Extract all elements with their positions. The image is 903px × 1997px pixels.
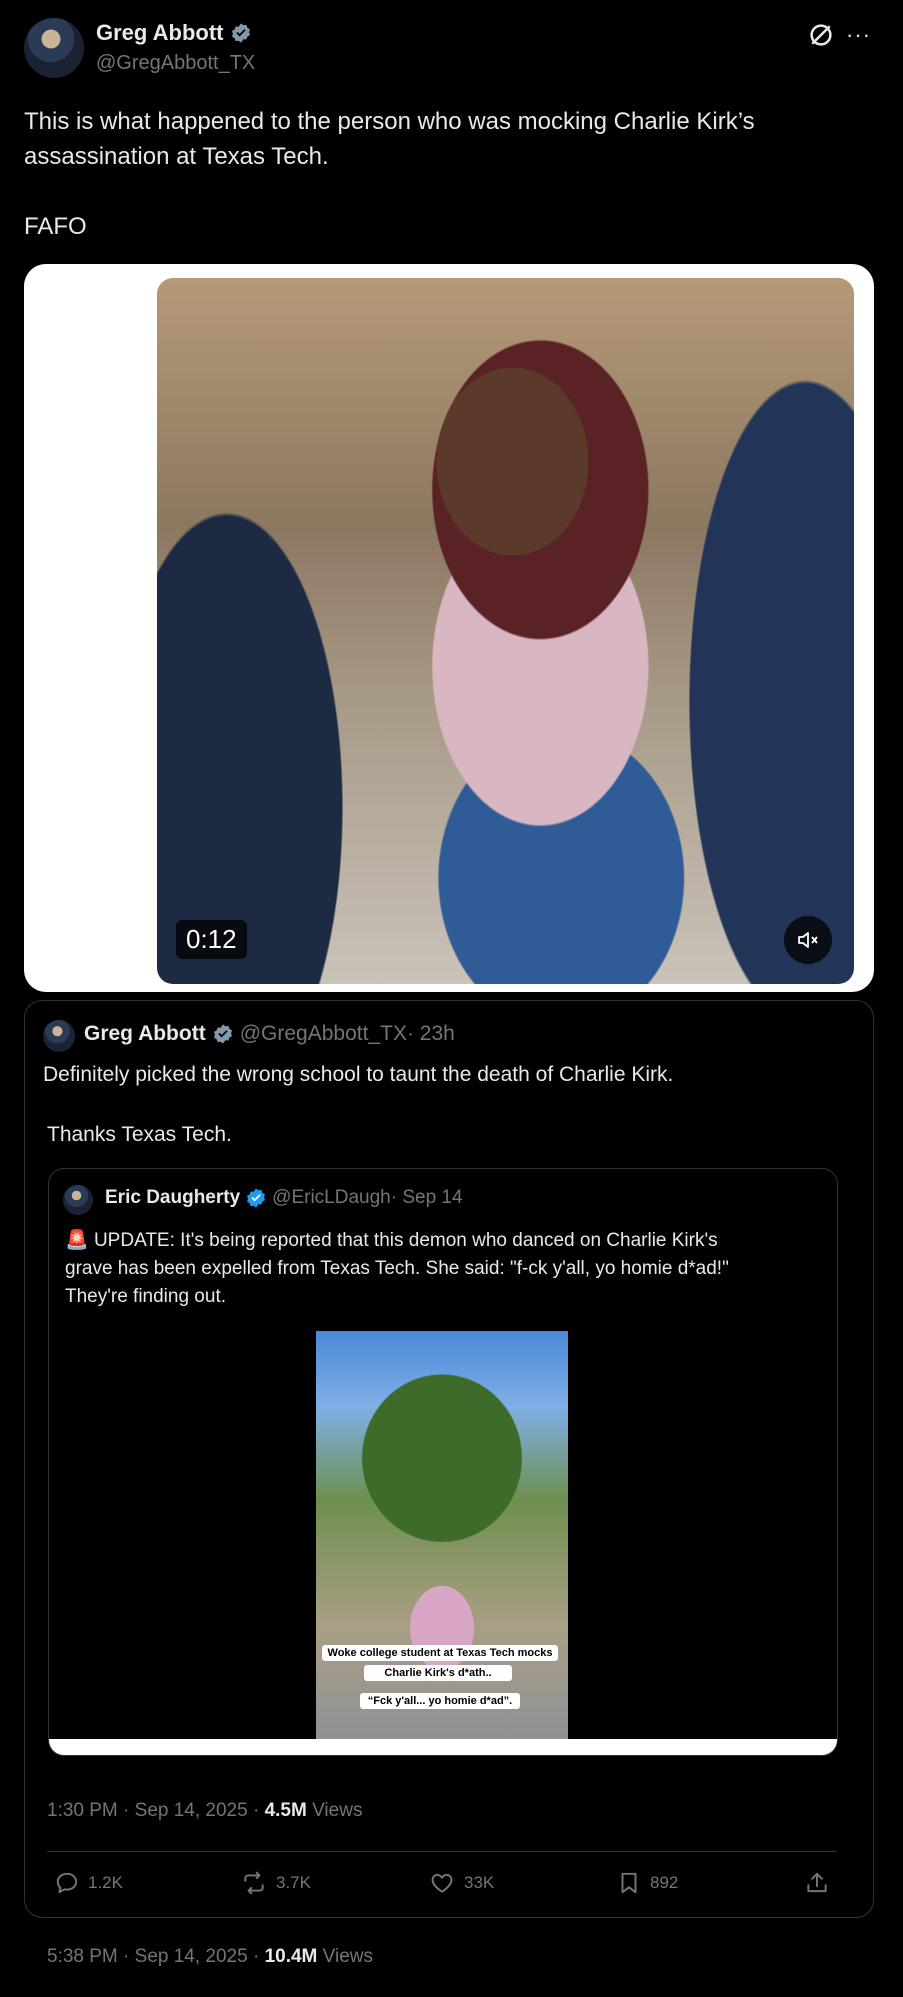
mute-icon[interactable] [784, 916, 832, 964]
video-frame[interactable] [157, 278, 854, 984]
bookmark-count: 892 [650, 1873, 679, 1892]
share-icon [807, 1872, 827, 1893]
post-views-count: 10.4M [264, 1946, 318, 1967]
author-name[interactable]: Greg Abbott [96, 20, 224, 46]
quoted-author-avatar[interactable] [43, 1020, 75, 1052]
nested-author-handle[interactable]: @EricLDaugh [272, 1187, 391, 1209]
nested-card-bottom-bar [49, 1739, 837, 1755]
quoted-text-line: Definitely picked the wrong school to ta… [43, 1063, 674, 1086]
nested-author-avatar[interactable] [63, 1185, 93, 1215]
nested-text-line: They're finding out. [65, 1286, 226, 1307]
video-time: 0:12 [186, 924, 237, 954]
quoted-author-row: Greg Abbott @GregAbbott_TX · 23h [84, 1022, 455, 1046]
reply-count: 1.2K [88, 1873, 123, 1892]
author-avatar[interactable] [24, 18, 84, 78]
quoted-time[interactable]: · 23h [407, 1022, 455, 1046]
nested-text-line: grave has been expelled from Texas Tech.… [65, 1258, 729, 1279]
post-timestamp-row: 5:38 PM · Sep 14, 2025 · 10.4M Views [47, 1946, 373, 1968]
like-button[interactable]: 33K [428, 1870, 494, 1896]
quoted-author-handle[interactable]: @GregAbbott_TX [240, 1022, 407, 1046]
nested-text-line: UPDATE: It's being reported that this de… [88, 1230, 718, 1251]
repost-count: 3.7K [276, 1873, 311, 1892]
like-count: 33K [464, 1873, 495, 1892]
nested-time[interactable]: · Sep 14 [391, 1187, 463, 1209]
video-card[interactable]: 0:12 [24, 264, 874, 992]
repost-button[interactable]: 3.7K [240, 1870, 311, 1896]
post-text-line: FAFO [24, 213, 87, 240]
post-text: This is what happened to the person who … [24, 104, 884, 244]
verified-badge-icon [231, 23, 250, 43]
nested-video-thumbnail[interactable]: Woke college student at Texas Tech mocks… [316, 1331, 568, 1755]
nested-author-name[interactable]: Eric Daugherty [105, 1187, 240, 1209]
more-icon[interactable]: ··· [846, 22, 876, 48]
quoted-author-name[interactable]: Greg Abbott [84, 1022, 206, 1046]
post-text-line: assassination at Texas Tech. [24, 143, 329, 170]
author-name-row[interactable]: Greg Abbott [96, 20, 252, 46]
verified-badge-icon [247, 1188, 266, 1208]
grok-icon[interactable] [806, 20, 836, 50]
video-caption: Woke college student at Texas Tech mocks [322, 1645, 558, 1661]
quoted-views-count: 4.5M [264, 1800, 307, 1821]
divider [47, 1851, 837, 1852]
reply-button[interactable]: 1.2K [54, 1870, 123, 1896]
quoted-text-line: Thanks Texas Tech. [47, 1123, 232, 1146]
nested-quoted-post[interactable]: Eric Daugherty @EricLDaugh · Sep 14 🚨 UP… [48, 1168, 838, 1756]
reply-icon [56, 1872, 78, 1894]
share-button[interactable] [804, 1870, 830, 1896]
siren-emoji: 🚨 [65, 1230, 89, 1251]
nested-text: 🚨 UPDATE: It's being reported that this … [65, 1227, 825, 1311]
bookmark-icon [621, 1872, 637, 1894]
verified-badge-icon [213, 1024, 232, 1044]
nested-author-row: Eric Daugherty @EricLDaugh · Sep 14 [105, 1187, 463, 1209]
video-caption: “Fck y'all... yo homie d*ad”. [360, 1693, 520, 1709]
quoted-timestamp-row: 1:30 PM · Sep 14, 2025 · 4.5M Views [47, 1800, 362, 1822]
quoted-timestamp[interactable]: 1:30 PM · Sep 14, 2025 · [47, 1800, 265, 1821]
post-timestamp[interactable]: 5:38 PM · Sep 14, 2025 · [47, 1946, 265, 1967]
video-time-badge: 0:12 [176, 920, 247, 959]
repost-icon [244, 1871, 264, 1895]
quoted-text: Definitely picked the wrong school to ta… [43, 1060, 843, 1150]
video-caption: Charlie Kirk's d*ath.. [364, 1665, 512, 1681]
bookmark-button[interactable]: 892 [616, 1870, 678, 1896]
quoted-views-label: Views [306, 1800, 363, 1821]
post-text-line: This is what happened to the person who … [24, 108, 755, 135]
author-handle[interactable]: @GregAbbott_TX [96, 52, 255, 75]
post-views-label: Views [317, 1946, 374, 1967]
like-icon [431, 1873, 453, 1893]
